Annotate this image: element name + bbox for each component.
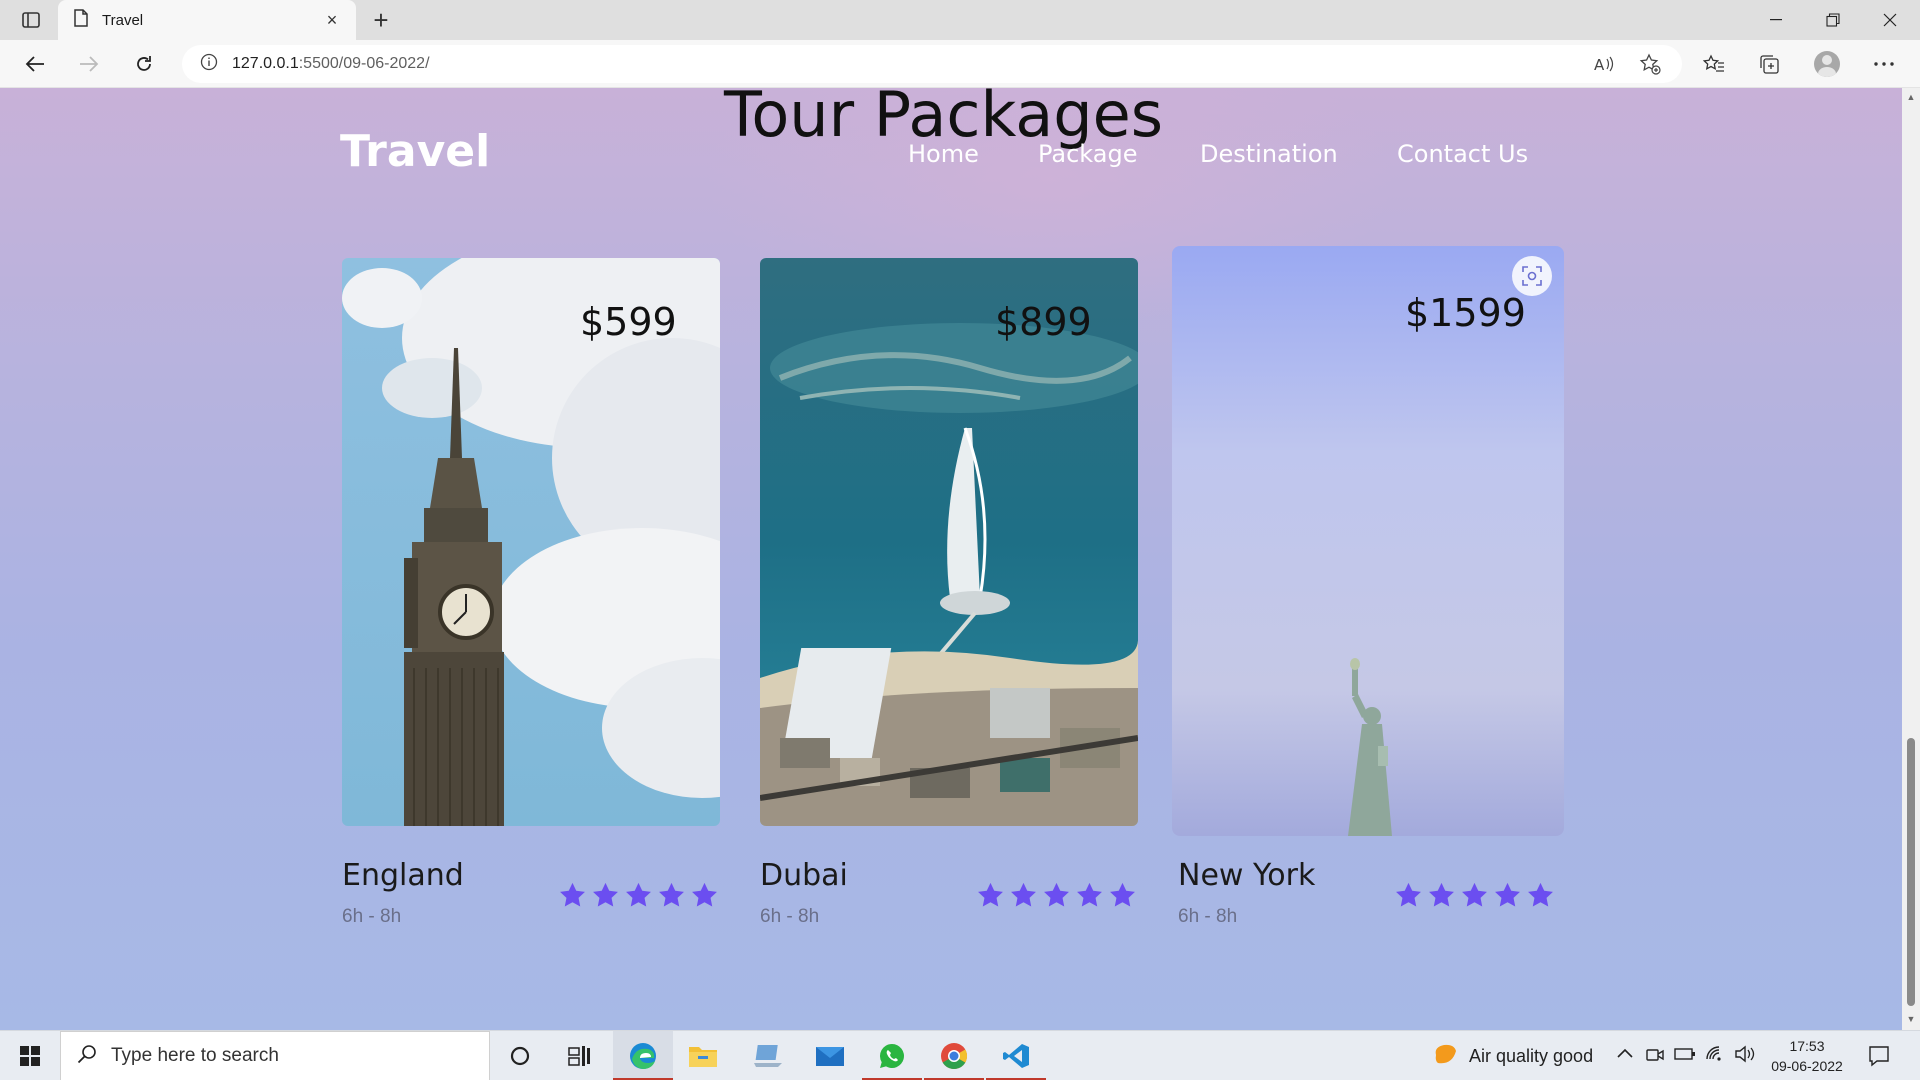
star-icon	[1429, 882, 1454, 907]
star-icon	[659, 882, 684, 907]
star-icon	[1110, 882, 1135, 907]
back-icon[interactable]	[18, 47, 52, 81]
star-icon	[626, 882, 651, 907]
rating-england	[558, 881, 719, 910]
star-icon	[1528, 882, 1553, 907]
mail-icon[interactable]	[800, 1031, 860, 1080]
refresh-icon[interactable]	[127, 47, 161, 81]
taskbar-search-input[interactable]: Type here to search	[60, 1031, 490, 1080]
windows-start-icon[interactable]	[0, 1031, 60, 1080]
meet-now-icon[interactable]	[1645, 1046, 1665, 1069]
page-viewport: Tour Packages Travel Home Package Destin…	[0, 88, 1902, 1030]
page-scrollbar[interactable]: ▲ ▼	[1902, 88, 1920, 1030]
star-icon	[1495, 882, 1520, 907]
read-aloud-icon[interactable]: A	[1590, 50, 1618, 78]
favorites-icon[interactable]	[1697, 47, 1731, 81]
place-name-dubai: Dubai	[760, 858, 848, 893]
chevron-up-icon[interactable]	[1616, 1046, 1634, 1065]
info-icon[interactable]	[200, 53, 218, 76]
task-view-icon[interactable]	[550, 1031, 610, 1080]
price-dubai: $899	[995, 300, 1092, 344]
collections-icon[interactable]	[1752, 47, 1786, 81]
tab-strip: Travel × +	[0, 0, 1920, 40]
browser-tab[interactable]: Travel ×	[58, 0, 356, 40]
price-new-york: $1599	[1405, 291, 1526, 335]
clock-time: 17:53	[1789, 1038, 1825, 1054]
duration-dubai: 6h - 8h	[760, 906, 820, 927]
url-path: :5500/09-06-2022/	[298, 55, 430, 72]
vscode-icon[interactable]	[986, 1031, 1046, 1080]
close-tab-icon[interactable]: ×	[322, 10, 342, 30]
close-window-icon[interactable]	[1862, 0, 1918, 40]
nav-destination[interactable]: Destination	[1200, 140, 1338, 168]
star-icon	[1462, 882, 1487, 907]
restore-icon[interactable]	[1805, 0, 1861, 40]
tab-title: Travel	[102, 11, 144, 29]
more-options-icon[interactable]	[1867, 47, 1901, 81]
notification-center-icon[interactable]	[1868, 1045, 1890, 1072]
star-icon	[593, 882, 618, 907]
clock-date: 09-06-2022	[1771, 1058, 1843, 1074]
windows-taskbar: Type here to search Air quality good 17:…	[0, 1030, 1920, 1080]
profile-avatar[interactable]	[1810, 47, 1844, 81]
url-host: 127.0.0.1	[232, 55, 299, 72]
whatsapp-icon[interactable]	[862, 1031, 922, 1080]
tab-actions-icon[interactable]	[14, 7, 48, 33]
scroll-thumb[interactable]	[1907, 738, 1915, 1006]
search-icon	[77, 1044, 97, 1069]
volume-icon[interactable]	[1734, 1045, 1756, 1068]
page-icon	[74, 8, 88, 32]
star-icon	[1077, 882, 1102, 907]
place-name-england: England	[342, 858, 464, 893]
star-icon	[692, 882, 717, 907]
star-icon	[1011, 882, 1036, 907]
battery-icon[interactable]	[1674, 1046, 1696, 1067]
edge-icon[interactable]	[613, 1031, 673, 1080]
wifi-icon[interactable]	[1705, 1045, 1727, 1068]
system-clock[interactable]: 17:53 09-06-2022	[1762, 1036, 1852, 1076]
nav-contact-us[interactable]: Contact Us	[1397, 140, 1528, 168]
star-icon	[1044, 882, 1069, 907]
browser-toolbar: 127.0.0.1:5500/09-06-2022/ A	[0, 40, 1920, 88]
scroll-up-icon[interactable]: ▲	[1906, 92, 1916, 102]
place-name-new-york: New York	[1178, 858, 1316, 893]
laptop-app-icon[interactable]	[738, 1031, 798, 1080]
forward-icon[interactable]	[72, 47, 106, 81]
chrome-icon[interactable]	[924, 1031, 984, 1080]
add-favorite-icon[interactable]	[1636, 50, 1664, 78]
rating-new-york	[1394, 881, 1555, 910]
file-explorer-icon[interactable]	[673, 1031, 733, 1080]
rating-dubai	[976, 881, 1137, 910]
cortana-icon[interactable]	[490, 1031, 550, 1080]
duration-new-york: 6h - 8h	[1178, 906, 1238, 927]
new-tab-icon[interactable]: +	[364, 5, 398, 35]
scroll-down-icon[interactable]: ▼	[1906, 1014, 1916, 1024]
avatar	[1814, 51, 1840, 77]
duration-england: 6h - 8h	[342, 906, 402, 927]
star-icon	[978, 882, 1003, 907]
nav-home[interactable]: Home	[908, 140, 979, 168]
search-placeholder: Type here to search	[111, 1045, 279, 1066]
svg-text:A: A	[1594, 56, 1605, 73]
price-england: $599	[580, 300, 677, 344]
star-icon	[560, 882, 585, 907]
star-icon	[1396, 882, 1421, 907]
minimize-icon[interactable]	[1748, 0, 1804, 40]
site-logo[interactable]: Travel	[340, 126, 490, 177]
address-bar[interactable]: 127.0.0.1:5500/09-06-2022/ A	[182, 45, 1682, 83]
nav-package[interactable]: Package	[1038, 140, 1137, 168]
visual-search-icon[interactable]	[1512, 256, 1552, 296]
weather-icon[interactable]	[1432, 1043, 1458, 1072]
weather-status[interactable]: Air quality good	[1469, 1046, 1593, 1067]
